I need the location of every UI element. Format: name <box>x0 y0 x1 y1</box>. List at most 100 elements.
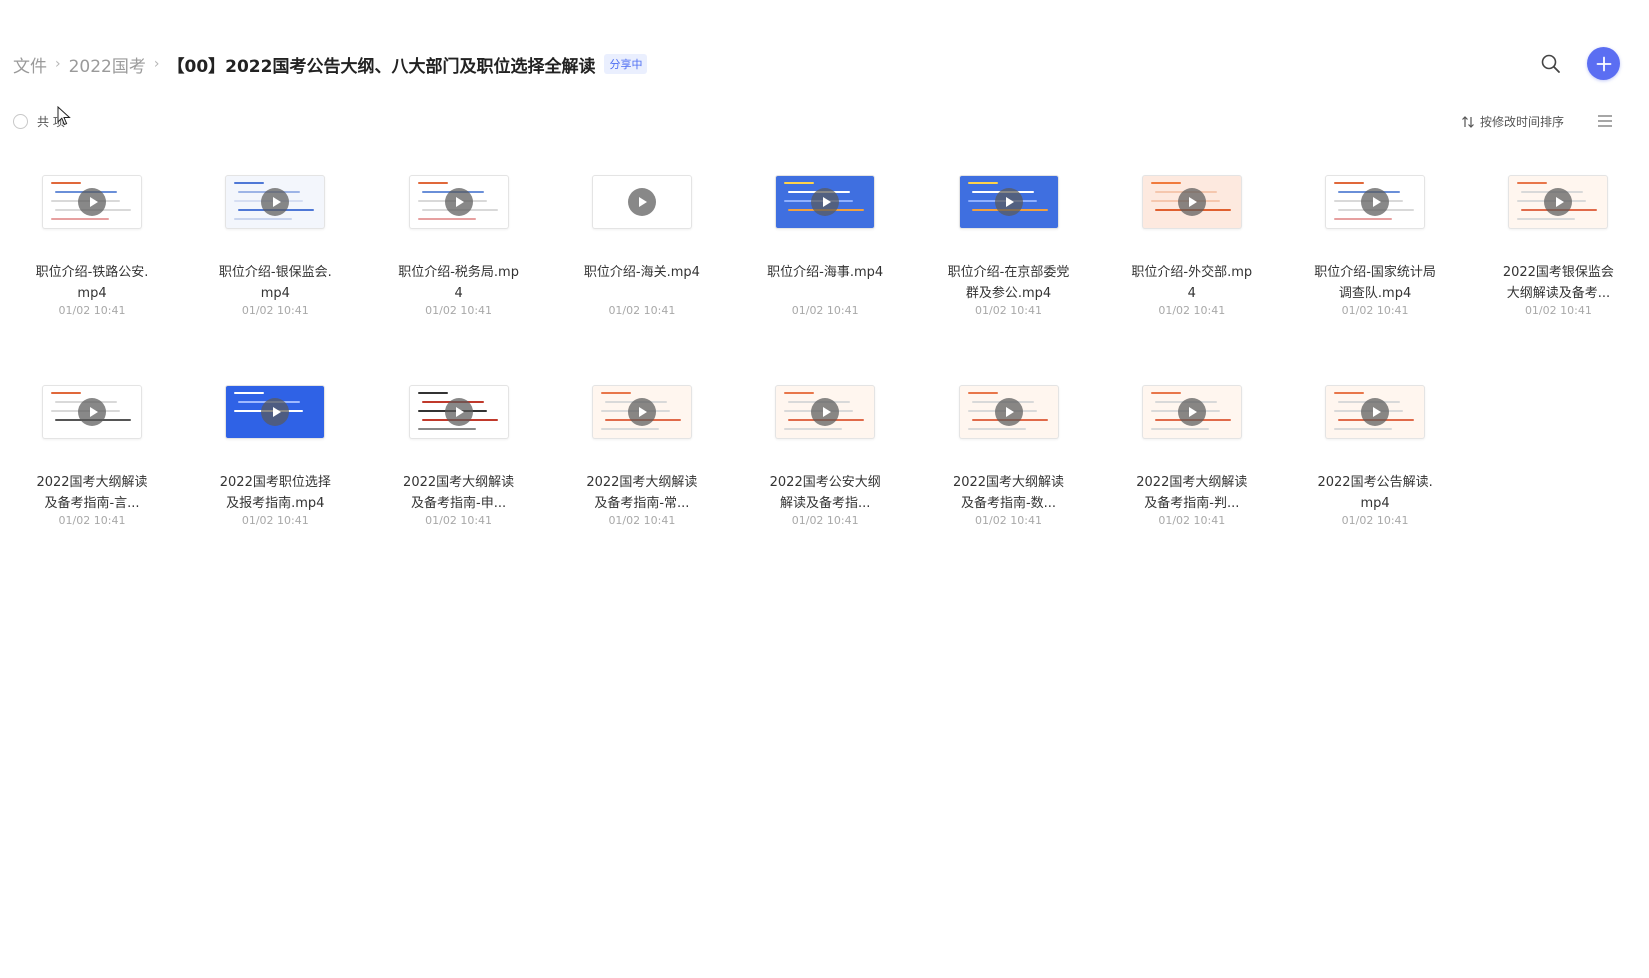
thumbnail-decoration <box>51 182 81 184</box>
breadcrumb-parent[interactable]: 2022国考 <box>69 52 146 77</box>
video-thumbnail[interactable] <box>591 175 692 229</box>
file-modified-time: 01/02 10:41 <box>58 514 126 527</box>
page-title: 【00】2022国考公告大纲、八大部门及职位选择全解读 <box>167 56 596 77</box>
file-item[interactable]: 职位介绍-铁路公安.mp4 01/02 10:41 <box>17 175 167 317</box>
thumbnail-decoration <box>1517 218 1576 220</box>
play-icon[interactable] <box>261 398 290 426</box>
search-icon[interactable] <box>1540 53 1562 75</box>
file-item[interactable]: 职位介绍-税务局.mp4 01/02 10:41 <box>384 175 534 317</box>
play-icon[interactable] <box>627 398 656 426</box>
thumbnail-decoration <box>784 392 815 394</box>
file-item[interactable]: 职位介绍-银保监会.mp4 01/02 10:41 <box>200 175 350 317</box>
file-item[interactable]: 2022国考职位选择及报考指南.mp4 01/02 10:41 <box>200 385 350 527</box>
file-name[interactable]: 2022国考大纲解读及备考指南-言... <box>17 472 167 514</box>
play-icon[interactable] <box>811 398 840 426</box>
file-item[interactable]: 2022国考公安大纲解读及备考指... 01/02 10:41 <box>750 385 900 527</box>
thumbnail-decoration <box>417 392 448 394</box>
thumbnail-decoration <box>1334 428 1393 430</box>
thumbnail-decoration <box>967 182 998 184</box>
file-modified-time: 01/02 10:41 <box>975 304 1042 317</box>
video-thumbnail[interactable] <box>775 385 876 439</box>
file-name[interactable]: 2022国考大纲解读及备考指南-常... <box>567 472 717 514</box>
plus-icon <box>1596 56 1611 71</box>
list-view-icon[interactable] <box>1596 112 1614 130</box>
play-icon[interactable] <box>261 188 290 216</box>
play-icon[interactable] <box>78 398 106 426</box>
video-thumbnail[interactable] <box>42 385 142 439</box>
play-icon[interactable] <box>627 188 656 216</box>
play-icon[interactable] <box>994 398 1023 426</box>
file-modified-time: 01/02 10:41 <box>1158 514 1226 527</box>
file-item[interactable]: 2022国考公告解读.mp4 01/02 10:41 <box>1300 385 1450 527</box>
video-thumbnail[interactable] <box>225 175 326 229</box>
video-thumbnail[interactable] <box>1508 175 1609 229</box>
file-name[interactable]: 2022国考大纲解读及备考指南-判... <box>1117 472 1267 514</box>
file-item[interactable]: 2022国考大纲解读及备考指南-言... 01/02 10:41 <box>17 385 167 527</box>
thumbnail-decoration <box>234 182 265 184</box>
video-thumbnail[interactable] <box>408 175 509 229</box>
file-name[interactable]: 2022国考大纲解读及备考指南-申... <box>384 472 534 514</box>
file-name[interactable]: 职位介绍-外交部.mp4 <box>1117 262 1267 304</box>
breadcrumb-root[interactable]: 文件 <box>13 52 47 77</box>
thumbnail-decoration <box>967 428 1026 430</box>
file-item[interactable]: 2022国考银保监会大纲解读及备考... 01/02 10:41 <box>1483 175 1633 317</box>
file-modified-time: 01/02 10:41 <box>241 304 309 317</box>
video-thumbnail[interactable] <box>42 175 142 229</box>
video-thumbnail[interactable] <box>591 385 692 439</box>
file-name[interactable]: 2022国考职位选择及报考指南.mp4 <box>200 472 350 514</box>
file-name[interactable]: 职位介绍-铁路公安.mp4 <box>17 262 167 304</box>
thumbnail-decoration <box>1334 392 1365 394</box>
sort-button[interactable]: 按修改时间排序 <box>1461 113 1564 130</box>
video-thumbnail[interactable] <box>225 385 326 439</box>
play-icon[interactable] <box>1361 188 1390 216</box>
video-thumbnail[interactable] <box>958 385 1059 439</box>
play-icon[interactable] <box>444 398 473 426</box>
play-icon[interactable] <box>444 188 473 216</box>
video-thumbnail[interactable] <box>958 175 1059 229</box>
file-modified-time: 01/02 10:41 <box>58 304 126 317</box>
play-icon[interactable] <box>811 188 840 216</box>
file-item[interactable]: 职位介绍-在京部委党群及参公.mp4 01/02 10:41 <box>934 175 1084 317</box>
file-name[interactable]: 职位介绍-海事.mp4 <box>750 262 900 304</box>
play-icon[interactable] <box>1361 398 1390 426</box>
video-thumbnail[interactable] <box>408 385 509 439</box>
file-item[interactable]: 2022国考大纲解读及备考指南-常... 01/02 10:41 <box>567 385 717 527</box>
video-thumbnail[interactable] <box>1141 175 1242 229</box>
play-icon[interactable] <box>1544 188 1573 216</box>
file-name[interactable]: 职位介绍-在京部委党群及参公.mp4 <box>934 262 1084 304</box>
video-thumbnail[interactable] <box>1325 385 1426 439</box>
file-name[interactable]: 2022国考公安大纲解读及备考指... <box>750 472 900 514</box>
thumbnail-decoration <box>417 182 448 184</box>
play-icon[interactable] <box>994 188 1023 216</box>
add-button[interactable] <box>1587 47 1620 80</box>
file-modified-time: 01/02 10:41 <box>1341 514 1409 527</box>
file-item[interactable]: 职位介绍-外交部.mp4 01/02 10:41 <box>1117 175 1267 317</box>
file-name[interactable]: 2022国考银保监会大纲解读及备考... <box>1483 262 1633 304</box>
file-item[interactable]: 职位介绍-海事.mp4 01/02 10:41 <box>750 175 900 317</box>
sort-label: 按修改时间排序 <box>1480 115 1565 129</box>
file-name[interactable]: 职位介绍-海关.mp4 <box>567 262 717 304</box>
thumbnail-decoration <box>51 218 109 220</box>
file-name[interactable]: 2022国考公告解读.mp4 <box>1300 472 1450 514</box>
play-icon[interactable] <box>1177 398 1206 426</box>
play-icon[interactable] <box>78 188 106 216</box>
file-item[interactable]: 职位介绍-国家统计局调查队.mp4 01/02 10:41 <box>1300 175 1450 317</box>
sort-icon <box>1462 115 1474 128</box>
thumbnail-decoration <box>1150 392 1181 394</box>
file-item[interactable]: 职位介绍-海关.mp4 01/02 10:41 <box>567 175 717 317</box>
thumbnail-decoration <box>1150 428 1209 430</box>
file-name[interactable]: 职位介绍-银保监会.mp4 <box>200 262 350 304</box>
thumbnail-decoration <box>784 428 843 430</box>
file-item[interactable]: 2022国考大纲解读及备考指南-判... 01/02 10:41 <box>1117 385 1267 527</box>
file-item[interactable]: 2022国考大纲解读及备考指南-数... 01/02 10:41 <box>934 385 1084 527</box>
file-name[interactable]: 职位介绍-税务局.mp4 <box>384 262 534 304</box>
video-thumbnail[interactable] <box>1141 385 1242 439</box>
thumbnail-decoration <box>51 392 81 394</box>
play-icon[interactable] <box>1177 188 1206 216</box>
file-name[interactable]: 职位介绍-国家统计局调查队.mp4 <box>1300 262 1450 304</box>
video-thumbnail[interactable] <box>775 175 876 229</box>
mouse-cursor-icon <box>57 106 71 126</box>
file-name[interactable]: 2022国考大纲解读及备考指南-数... <box>934 472 1084 514</box>
video-thumbnail[interactable] <box>1325 175 1426 229</box>
file-item[interactable]: 2022国考大纲解读及备考指南-申... 01/02 10:41 <box>384 385 534 527</box>
